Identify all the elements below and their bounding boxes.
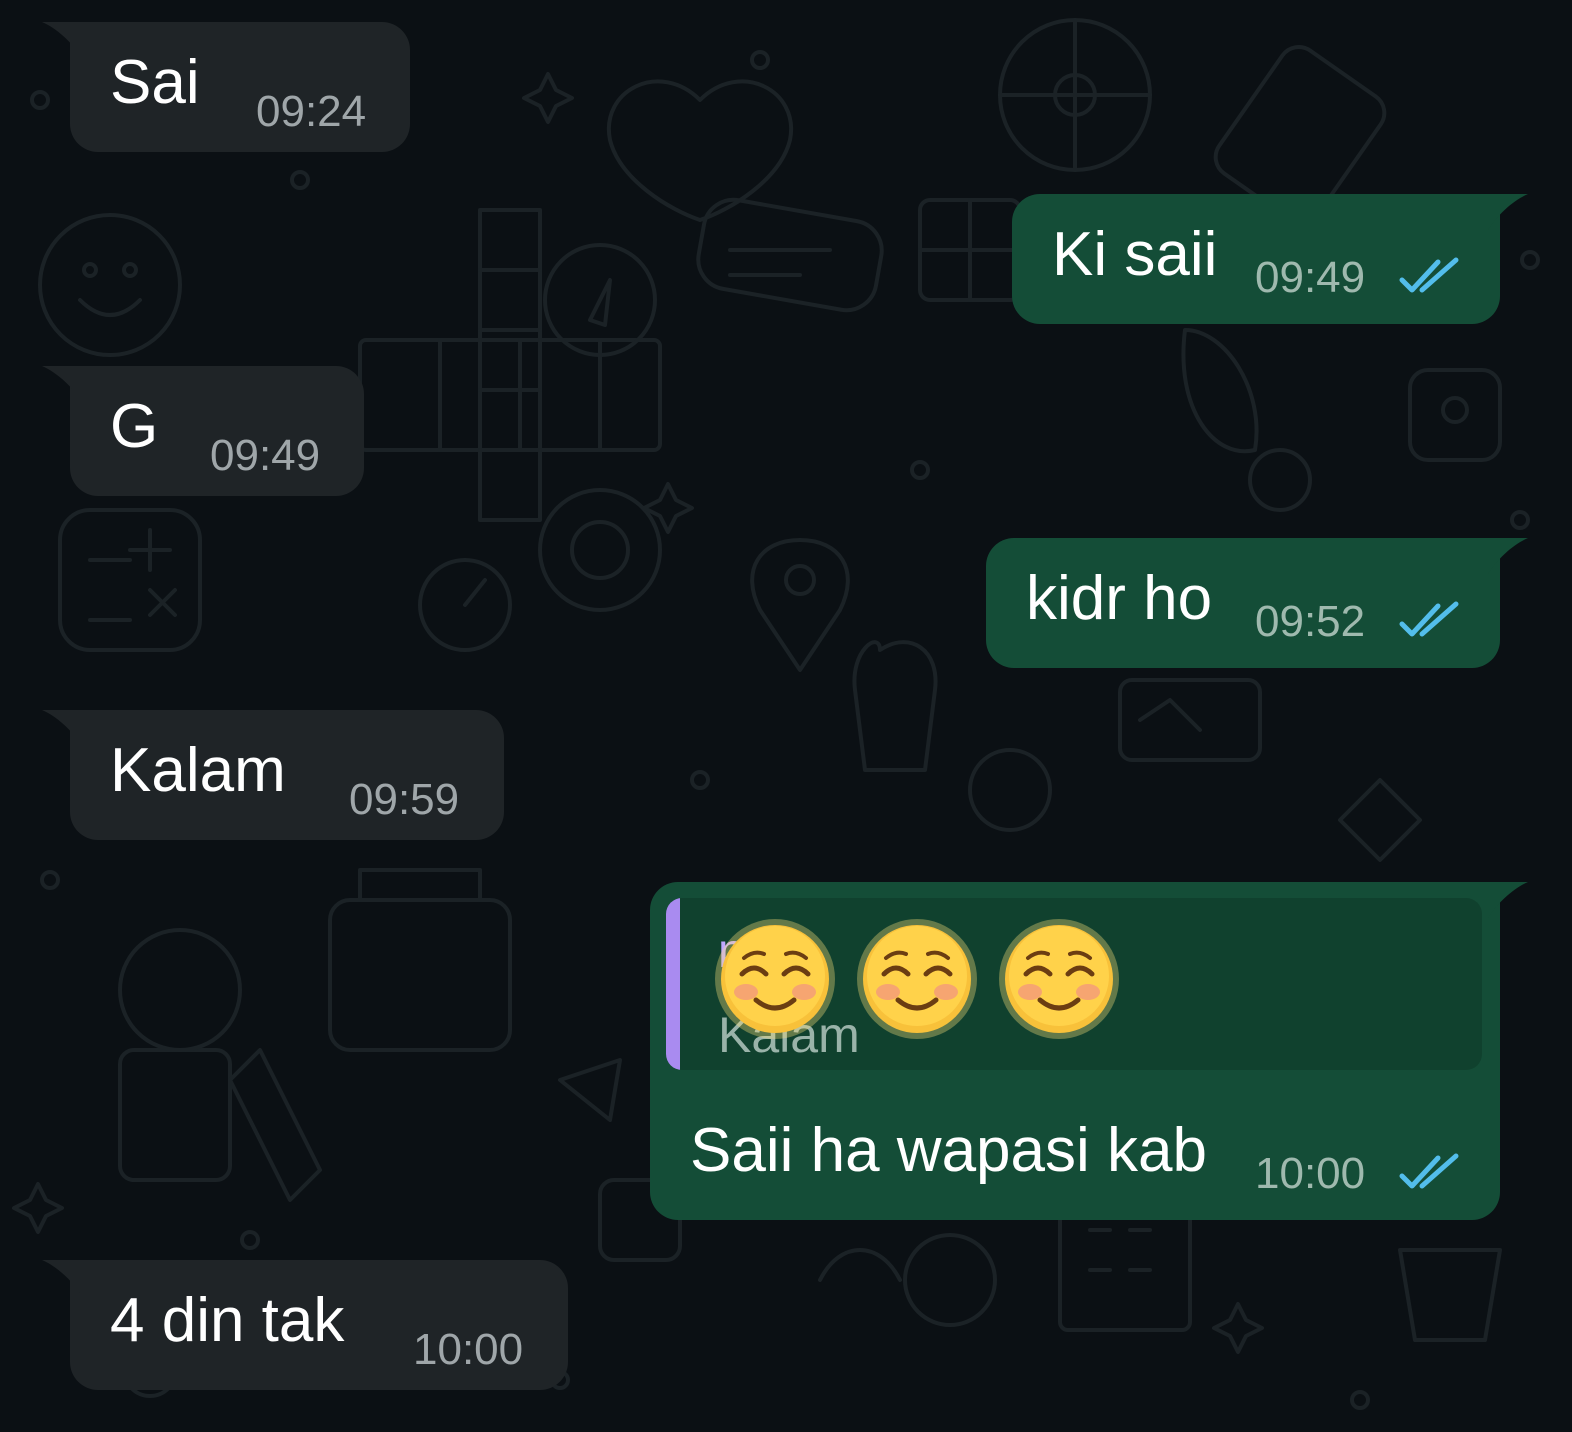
message-bubble-outgoing[interactable]: Ki saii 09:49 bbox=[1012, 194, 1528, 324]
bubble-tail bbox=[1488, 194, 1528, 230]
quoted-message[interactable]: n m Kalam bbox=[666, 898, 1482, 1070]
chat-area[interactable]: Sai 09:24 Ki saii 09:49 G 09:49 kidr ho … bbox=[0, 0, 1572, 1432]
message-text: Sai bbox=[110, 48, 200, 117]
bubble-tail bbox=[42, 366, 82, 402]
message-bubble-outgoing[interactable]: kidr ho 09:52 bbox=[986, 538, 1528, 668]
message-text: 4 din tak bbox=[110, 1286, 345, 1355]
message-text: Ki saii bbox=[1052, 220, 1218, 289]
message-text: Saii ha wapasi kab bbox=[690, 1116, 1207, 1185]
message-time: 09:49 bbox=[210, 431, 321, 480]
message-time: 09:52 bbox=[1255, 597, 1366, 646]
quote-accent-bar bbox=[666, 898, 680, 1070]
bubble-tail bbox=[1488, 882, 1528, 918]
message-text: Kalam bbox=[110, 736, 286, 805]
read-double-check-icon bbox=[1399, 1153, 1459, 1189]
smiling-face-emoji bbox=[999, 919, 1119, 1039]
message-time: 10:00 bbox=[413, 1325, 524, 1374]
bubble-tail bbox=[42, 1260, 82, 1296]
message-bubble-incoming[interactable]: Sai 09:24 bbox=[42, 22, 410, 152]
message-bubble-incoming[interactable]: 4 din tak 10:00 bbox=[42, 1260, 568, 1390]
bubble-tail bbox=[42, 710, 82, 746]
bubble-tail bbox=[1488, 538, 1528, 574]
message-bubble-incoming[interactable]: Kalam 09:59 bbox=[42, 710, 504, 840]
smiling-face-emoji bbox=[715, 919, 835, 1039]
smiling-face-emoji bbox=[857, 919, 977, 1039]
read-double-check-icon bbox=[1399, 601, 1459, 637]
bubble-tail bbox=[42, 22, 82, 58]
message-time: 09:59 bbox=[349, 775, 460, 824]
message-time: 09:24 bbox=[256, 87, 367, 136]
message-text: G bbox=[110, 392, 159, 461]
message-time: 10:00 bbox=[1255, 1149, 1366, 1198]
message-text: kidr ho bbox=[1026, 564, 1213, 633]
message-bubble-incoming[interactable]: G 09:49 bbox=[42, 366, 364, 496]
message-bubble-outgoing-reply[interactable]: n m Kalam bbox=[650, 882, 1528, 1220]
read-double-check-icon bbox=[1399, 257, 1459, 293]
message-time: 09:49 bbox=[1255, 253, 1366, 302]
